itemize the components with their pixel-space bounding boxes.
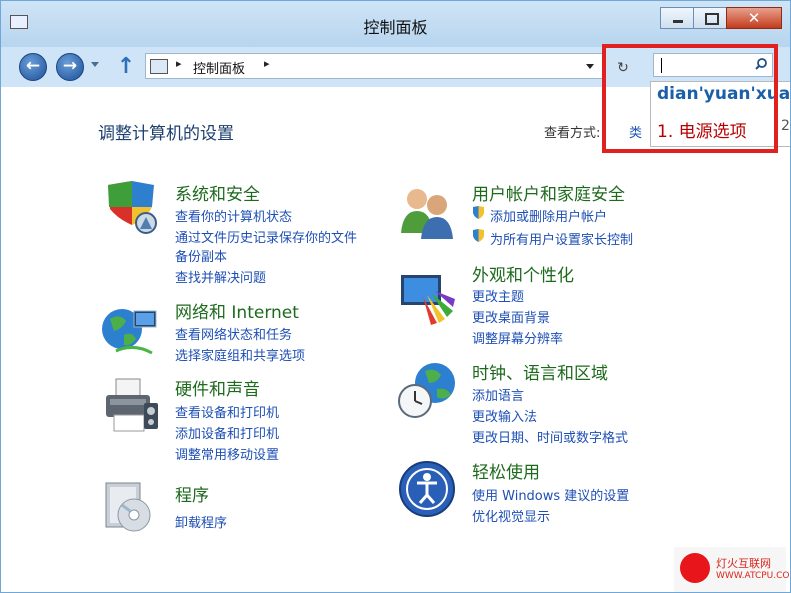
recent-locations-chevron-icon[interactable] xyxy=(91,62,99,67)
control-panel-icon xyxy=(150,59,168,74)
watermark-logo xyxy=(680,553,710,583)
printer-icon[interactable] xyxy=(100,377,160,437)
link-change-theme[interactable]: 更改主题 xyxy=(472,286,524,305)
watermark-url: WWW.ATCPU.COM xyxy=(716,571,791,581)
link-add-remove-accounts[interactable]: 添加或删除用户帐户 xyxy=(490,206,607,225)
link-date-time-format[interactable]: 更改日期、时间或数字格式 xyxy=(472,427,628,446)
link-change-input-method[interactable]: 更改输入法 xyxy=(472,406,537,425)
category-clock-language-region[interactable]: 时钟、语言和区域 xyxy=(472,359,608,384)
appearance-icon[interactable] xyxy=(397,269,457,329)
link-change-background[interactable]: 更改桌面背景 xyxy=(472,307,550,326)
link-screen-resolution[interactable]: 调整屏幕分辨率 xyxy=(472,328,563,347)
site-watermark: 灯火互联网 WWW.ATCPU.COM xyxy=(674,547,790,592)
uac-shield-icon xyxy=(473,206,484,219)
link-uninstall-program[interactable]: 卸载程序 xyxy=(175,512,227,531)
category-hardware-sound[interactable]: 硬件和声音 xyxy=(175,375,260,400)
address-bar[interactable]: ▸ 控制面板 ▸ xyxy=(145,53,603,79)
ime-candidate-2[interactable]: 2. xyxy=(781,118,790,134)
back-button[interactable]: ← xyxy=(19,53,47,81)
minimize-button[interactable] xyxy=(660,7,694,29)
control-panel-window: 控制面板 ✕ ← → ↑ ▸ 控制面板 ▸ ↻ dian'yuan'xuan 1… xyxy=(0,0,791,593)
maximize-button[interactable] xyxy=(693,7,727,29)
link-view-computer-status[interactable]: 查看你的计算机状态 xyxy=(175,206,292,225)
link-parental-controls[interactable]: 为所有用户设置家长控制 xyxy=(490,229,633,248)
link-troubleshoot[interactable]: 查找并解决问题 xyxy=(175,267,266,286)
clock-globe-icon[interactable] xyxy=(397,361,457,421)
programs-icon[interactable] xyxy=(100,475,160,535)
link-optimize-visual-display[interactable]: 优化视觉显示 xyxy=(472,506,550,525)
up-button[interactable]: ↑ xyxy=(116,53,136,81)
link-add-language[interactable]: 添加语言 xyxy=(472,385,524,404)
page-heading: 调整计算机的设置 xyxy=(98,124,234,144)
category-programs[interactable]: 程序 xyxy=(175,481,209,506)
view-by-dropdown[interactable]: 类 xyxy=(629,122,642,141)
view-by-label: 查看方式: xyxy=(544,126,601,141)
link-mobility-settings[interactable]: 调整常用移动设置 xyxy=(175,444,279,463)
link-file-history[interactable]: 通过文件历史记录保存你的文件 xyxy=(175,227,357,246)
title-bar: 控制面板 ✕ xyxy=(1,1,790,47)
category-system-security[interactable]: 系统和安全 xyxy=(175,180,260,205)
shield-icon[interactable] xyxy=(100,179,160,239)
link-backup-copy[interactable]: 备份副本 xyxy=(175,246,227,265)
category-network-internet[interactable]: 网络和 Internet xyxy=(175,298,299,323)
link-windows-recommended-settings[interactable]: 使用 Windows 建议的设置 xyxy=(472,485,629,504)
close-button[interactable]: ✕ xyxy=(726,7,782,29)
link-network-status[interactable]: 查看网络状态和任务 xyxy=(175,324,292,343)
ease-of-access-icon[interactable] xyxy=(397,459,457,519)
watermark-text: 灯火互联网 xyxy=(716,557,771,570)
breadcrumb-separator[interactable]: ▸ xyxy=(264,57,270,70)
forward-button[interactable]: → xyxy=(56,53,84,81)
network-globe-icon[interactable] xyxy=(100,299,160,359)
breadcrumb-control-panel[interactable]: 控制面板 xyxy=(193,58,245,77)
close-icon: ✕ xyxy=(747,9,761,27)
breadcrumb-separator[interactable]: ▸ xyxy=(176,57,182,70)
category-user-accounts[interactable]: 用户帐户和家庭安全 xyxy=(472,180,625,205)
uac-shield-icon xyxy=(473,229,484,242)
category-ease-of-access[interactable]: 轻松使用 xyxy=(472,458,540,483)
link-add-device[interactable]: 添加设备和打印机 xyxy=(175,423,279,442)
users-icon[interactable] xyxy=(397,181,457,241)
link-view-devices-printers[interactable]: 查看设备和打印机 xyxy=(175,402,279,421)
address-dropdown-icon[interactable] xyxy=(586,64,594,69)
category-appearance[interactable]: 外观和个性化 xyxy=(472,261,574,286)
link-homegroup-sharing[interactable]: 选择家庭组和共享选项 xyxy=(175,345,305,364)
